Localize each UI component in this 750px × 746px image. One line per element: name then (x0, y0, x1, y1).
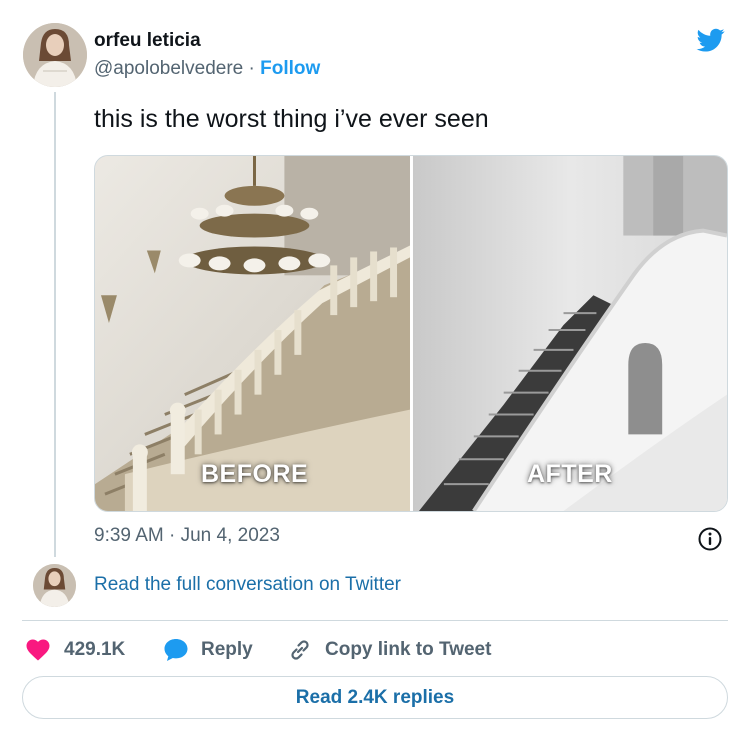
heart-icon (26, 637, 50, 663)
thread-line (54, 92, 56, 557)
link-icon (287, 637, 313, 663)
reply-button[interactable]: Reply (163, 637, 253, 663)
follow-button[interactable]: Follow (260, 58, 320, 79)
copy-link-button[interactable]: Copy link to Tweet (287, 637, 491, 663)
twitter-bird-icon[interactable] (694, 26, 728, 54)
tweet-media[interactable] (94, 155, 728, 512)
like-count: 429.1K (64, 639, 126, 660)
speech-bubble-icon (163, 637, 189, 663)
reply-label: Reply (201, 639, 253, 660)
before-after-photo (95, 156, 727, 511)
reply-avatar[interactable] (33, 564, 76, 607)
copy-link-label: Copy link to Tweet (325, 639, 492, 660)
before-label: BEFORE (201, 460, 309, 488)
avatar-photo (33, 564, 76, 607)
author-name[interactable]: orfeu leticia (94, 30, 201, 52)
tweet-timestamp[interactable]: 9:39 AM · Jun 4, 2023 (94, 525, 280, 547)
author-handle-line: @apolobelvedere · Follow (94, 58, 320, 80)
after-label: AFTER (527, 460, 613, 488)
read-replies-button[interactable]: Read 2.4K replies (22, 676, 728, 719)
author-avatar[interactable] (23, 23, 87, 87)
handle-separator: · (248, 58, 255, 79)
avatar-photo (23, 23, 87, 87)
read-conversation-link[interactable]: Read the full conversation on Twitter (94, 574, 401, 596)
divider (22, 620, 728, 621)
like-button[interactable]: 429.1K (26, 637, 125, 663)
info-icon[interactable] (697, 526, 723, 552)
tweet-text: this is the worst thing i’ve ever seen (94, 105, 489, 133)
author-handle[interactable]: @apolobelvedere (94, 58, 243, 79)
